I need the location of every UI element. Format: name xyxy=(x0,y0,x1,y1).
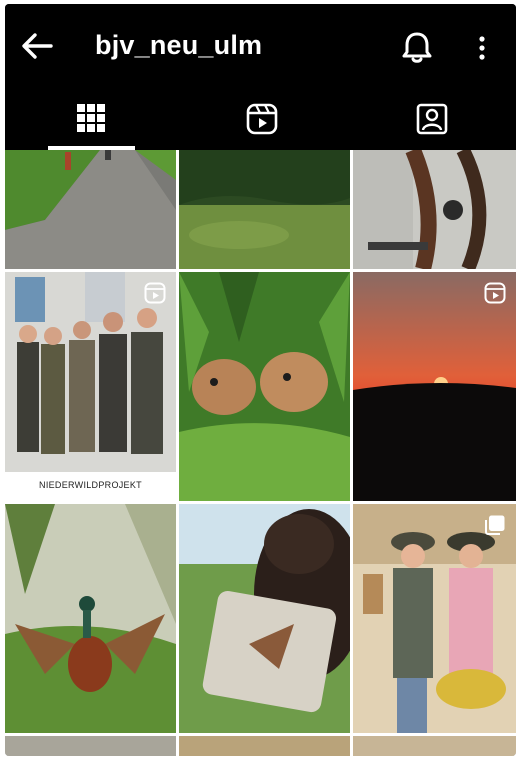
tab-tagged[interactable] xyxy=(345,88,516,150)
post-sunset[interactable] xyxy=(353,272,516,501)
tab-reels[interactable] xyxy=(175,88,345,150)
partial-photo xyxy=(5,736,176,756)
partial-photo xyxy=(353,736,516,756)
notifications-button[interactable] xyxy=(397,28,437,68)
reels-icon xyxy=(246,103,278,135)
app-frame: bjv_neu_ulm NIEDERWILDPROJEKT xyxy=(5,4,516,756)
partial-photo xyxy=(179,736,350,756)
post-group-of-men[interactable]: NIEDERWILDPROJEKT xyxy=(5,272,176,501)
women-photo xyxy=(353,504,516,733)
profile-header: bjv_neu_ulm xyxy=(5,4,516,88)
more-options-button[interactable] xyxy=(467,28,497,68)
meadow-photo xyxy=(179,150,350,269)
post-gravel-path[interactable] xyxy=(5,150,176,269)
group-photo xyxy=(5,272,176,501)
post-partial[interactable] xyxy=(5,736,176,756)
profile-tabs xyxy=(5,88,516,150)
pheasant-photo xyxy=(5,504,176,733)
back-button[interactable] xyxy=(19,28,59,64)
post-forest-meadow[interactable] xyxy=(179,150,350,269)
sunset-photo xyxy=(353,272,516,501)
grid-icon xyxy=(77,104,105,132)
bell-icon xyxy=(402,32,432,63)
post-carriage-wheel[interactable] xyxy=(353,150,516,269)
profile-username: bjv_neu_ulm xyxy=(95,30,263,60)
more-vertical-icon xyxy=(479,36,485,60)
posts-grid: NIEDERWILDPROJEKT xyxy=(5,150,516,756)
back-arrow-icon xyxy=(22,33,53,59)
reel-badge-icon xyxy=(144,282,166,304)
post-partial[interactable] xyxy=(179,736,350,756)
post-pheasant[interactable] xyxy=(5,504,176,733)
carousel-badge-icon xyxy=(484,514,506,536)
tab-grid[interactable] xyxy=(5,88,175,150)
fawns-photo xyxy=(179,272,350,501)
path-photo xyxy=(5,150,176,269)
post-partial[interactable] xyxy=(353,736,516,756)
post-caption: NIEDERWILDPROJEKT xyxy=(39,480,142,490)
post-dog-with-mug[interactable] xyxy=(179,504,350,733)
post-fawns-in-grass[interactable] xyxy=(179,272,350,501)
wheel-photo xyxy=(353,150,516,269)
dog-photo xyxy=(179,504,350,733)
post-two-women-hunters[interactable] xyxy=(353,504,516,733)
tagged-person-icon xyxy=(416,103,448,135)
reel-badge-icon xyxy=(484,282,506,304)
